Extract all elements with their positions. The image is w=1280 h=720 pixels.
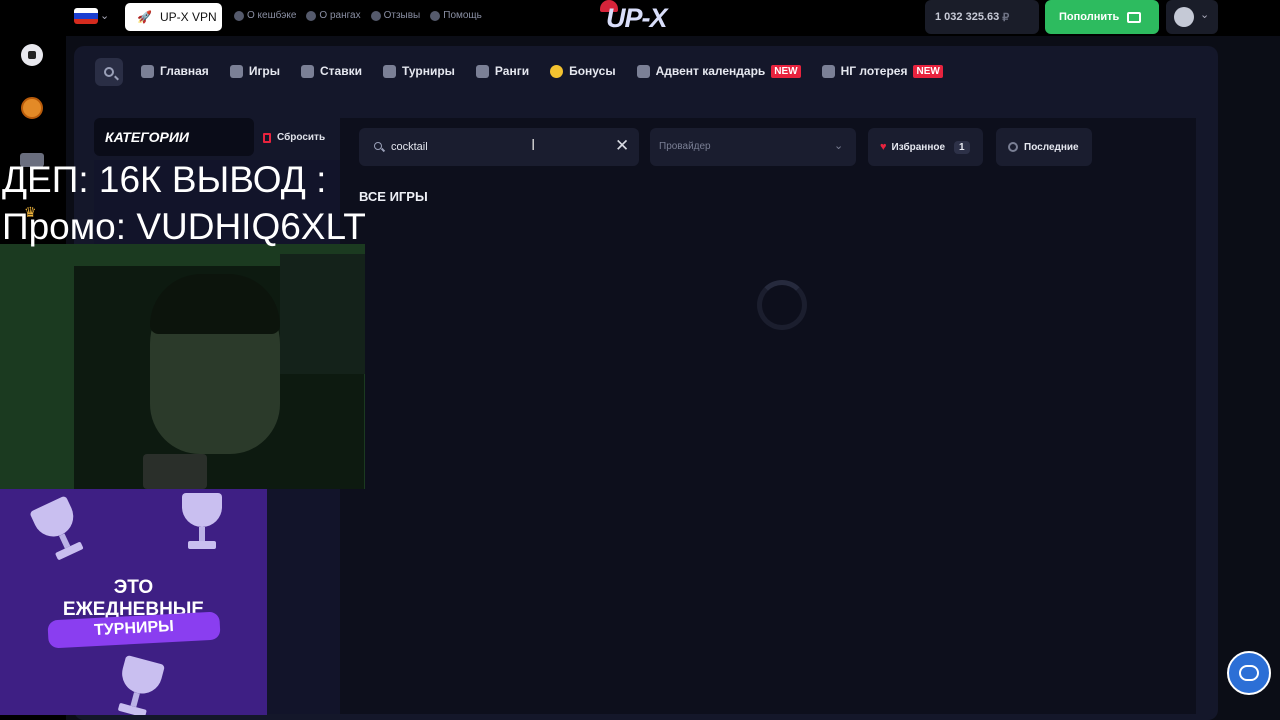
heart-icon: ♥ [880, 141, 887, 153]
search-value: cocktail [391, 141, 428, 153]
soccer-ball-icon[interactable] [21, 44, 43, 66]
profile-menu[interactable]: ⌄ [1166, 0, 1218, 34]
help-icon [430, 10, 441, 21]
coin-icon[interactable] [21, 97, 43, 119]
gift-icon [821, 64, 835, 78]
favorites-count: 1 [954, 140, 970, 154]
nav-item-games[interactable]: Игры [229, 64, 280, 78]
nav-item-tournaments[interactable]: Турниры [383, 64, 455, 78]
medal-icon [475, 64, 489, 78]
spade-icon [229, 64, 243, 78]
stream-overlay-promo: Промо: VUDHIQ6XLT [2, 206, 366, 247]
calendar-icon [636, 64, 650, 78]
logo-text: UP-X [606, 3, 668, 33]
new-badge: NEW [913, 64, 943, 78]
language-flag-icon[interactable] [74, 8, 98, 24]
provider-select[interactable]: Провайдер ⌄ [650, 128, 856, 166]
favorites-button[interactable]: ♥ Избранное 1 [868, 128, 983, 166]
search-button[interactable] [95, 58, 123, 86]
top-link-help[interactable]: Помощь [430, 10, 482, 21]
medal-icon [306, 10, 317, 21]
reset-button[interactable]: Сбросить [263, 132, 325, 143]
nav-item-bonuses[interactable]: Бонусы [550, 64, 616, 78]
trophy-icon [172, 493, 232, 553]
search-icon [104, 67, 114, 77]
wallet-icon [1127, 11, 1142, 23]
top-link-ranks[interactable]: О рангах [306, 10, 361, 21]
categories-title: КАТЕГОРИИ [105, 129, 189, 145]
nav-item-advent[interactable]: Адвент календарь NEW [636, 64, 801, 78]
page: ⌄ 🚀 UP-X VPN О кешбэке О рангах Отзывы П… [0, 0, 1280, 720]
trophy-icon [383, 64, 396, 78]
clock-icon [1008, 142, 1018, 152]
recent-button[interactable]: Последние [996, 128, 1092, 166]
coin-icon [550, 64, 564, 78]
text-cursor-icon: I [531, 137, 536, 154]
top-bar: ⌄ 🚀 UP-X VPN О кешбэке О рангах Отзывы П… [0, 0, 1280, 36]
vpn-button[interactable]: 🚀 UP-X VPN [125, 3, 222, 31]
provider-placeholder: Провайдер [659, 141, 711, 152]
balance-value: 1 032 325.63 [935, 11, 1000, 23]
grid-icon [141, 64, 154, 78]
stream-overlay-deposit: ДЕП: 16К ВЫВОД : [2, 159, 327, 200]
new-badge: NEW [771, 64, 801, 78]
top-link-reviews[interactable]: Отзывы [370, 10, 420, 21]
clear-icon[interactable]: ✕ [615, 136, 629, 156]
site-logo[interactable]: UP-X [600, 0, 700, 34]
recent-label: Последние [1024, 141, 1079, 153]
tournament-promo-banner: ЭТО ЕЖЕДНЕВНЫЕ ТУРНИРЫ [0, 489, 267, 715]
trash-icon [263, 132, 271, 143]
vpn-label: UP-X VPN [159, 10, 217, 24]
nav-item-bets[interactable]: Ставки [301, 64, 362, 78]
game-search-input[interactable]: cocktail I ✕ [359, 128, 639, 166]
main-nav: Главная Игры Ставки Турниры Ранги Бонусы… [141, 64, 943, 78]
webcam-overlay [0, 244, 365, 489]
section-title: ВСЕ ИГРЫ [359, 189, 428, 204]
microphone-icon [143, 454, 207, 489]
reset-label: Сбросить [277, 132, 326, 143]
nav-item-ranks[interactable]: Ранги [475, 64, 529, 78]
balance-display[interactable]: 1 032 325.63 ₽ [925, 0, 1039, 34]
nav-item-lottery[interactable]: НГ лотерея NEW [821, 64, 943, 78]
ball-icon [301, 64, 315, 78]
chevron-down-icon: ⌄ [1200, 9, 1210, 21]
info-icon [234, 10, 244, 21]
games-content-area [340, 118, 1196, 714]
chat-icon [370, 10, 381, 21]
chat-icon [1239, 665, 1259, 681]
chevron-down-icon[interactable]: ⌄ [100, 9, 109, 22]
top-link-cashback[interactable]: О кешбэке [234, 10, 296, 21]
deposit-label: Пополнить [1059, 11, 1120, 23]
rocket-icon: 🚀 [137, 10, 152, 24]
deposit-button[interactable]: Пополнить [1045, 0, 1159, 34]
support-chat-button[interactable] [1227, 651, 1271, 695]
loading-spinner-icon [757, 280, 807, 330]
top-links: О кешбэке О рангах Отзывы Помощь [234, 10, 482, 21]
chevron-down-icon: ⌄ [834, 140, 844, 152]
favorites-label: Избранное [891, 141, 946, 153]
search-icon [374, 142, 382, 150]
promo-line-1: ЭТО [113, 577, 154, 598]
balance-currency: ₽ [1002, 11, 1010, 24]
avatar [1174, 7, 1194, 27]
nav-item-home[interactable]: Главная [141, 64, 209, 78]
